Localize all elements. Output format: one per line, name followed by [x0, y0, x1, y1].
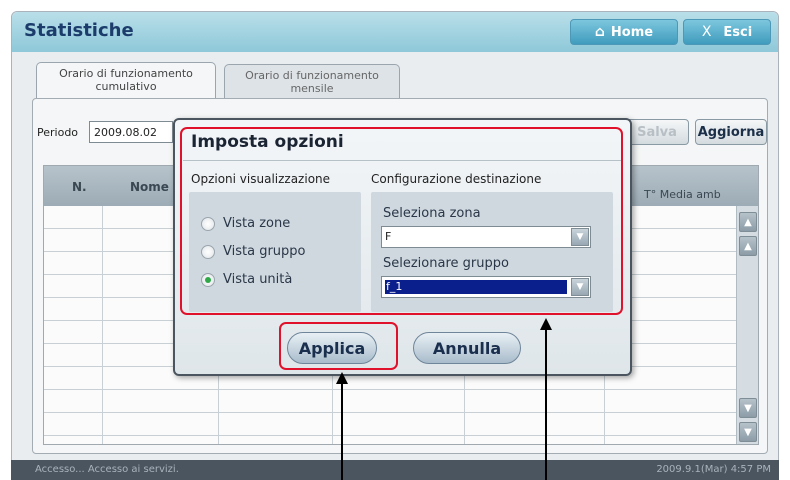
column-header-avg-temp: T° Media amb	[644, 188, 721, 201]
tab-monthly-line2: mensile	[290, 82, 334, 95]
options-highlight-box	[180, 127, 623, 315]
status-datetime: 2009.9.1(Mar) 4:57 PM	[656, 464, 771, 475]
column-divider	[102, 206, 103, 444]
tab-cumulative-line2: cumulativo	[95, 80, 157, 93]
home-icon: ⌂	[594, 24, 605, 40]
scroll-down-icon[interactable]: ▼	[739, 398, 757, 418]
tab-cumulative-line1: Orario di funzionamento	[59, 67, 193, 80]
exit-label: Esci	[723, 24, 753, 40]
scroll-top-icon[interactable]: ▲	[739, 212, 757, 232]
period-label: Periodo	[37, 126, 79, 139]
apply-highlight-box	[279, 322, 398, 370]
tab-monthly[interactable]: Orario di funzionamento mensile	[224, 64, 400, 100]
cancel-button[interactable]: Annulla	[413, 332, 521, 364]
close-icon: X	[701, 24, 712, 40]
column-header-number: N.	[72, 180, 87, 194]
status-bar: Accesso... Accesso ai servizi. 2009.9.1(…	[11, 460, 779, 480]
refresh-button[interactable]: Aggiorna	[695, 119, 767, 145]
save-button[interactable]: Salva	[625, 119, 689, 145]
arrow-line	[341, 382, 343, 480]
home-button[interactable]: ⌂ Home	[570, 19, 678, 45]
title-bar: Statistiche ⌂ Home X Esci	[12, 12, 778, 52]
tab-cumulative[interactable]: Orario di funzionamento cumulativo	[36, 62, 216, 100]
period-field[interactable]: 2009.08.02	[89, 121, 173, 143]
tab-monthly-line1: Orario di funzionamento	[245, 69, 379, 82]
exit-button[interactable]: X Esci	[683, 19, 771, 45]
scroll-up-icon[interactable]: ▲	[739, 236, 757, 256]
table-row[interactable]	[44, 413, 758, 436]
table-scrollbar[interactable]: ▲ ▲ ▼ ▼	[736, 206, 758, 444]
home-label: Home	[610, 24, 654, 40]
page-title: Statistiche	[24, 20, 134, 41]
arrow-line	[545, 328, 547, 480]
table-row[interactable]	[44, 390, 758, 413]
status-message: Accesso... Accesso ai servizi.	[35, 464, 179, 475]
scroll-bottom-icon[interactable]: ▼	[739, 422, 757, 442]
